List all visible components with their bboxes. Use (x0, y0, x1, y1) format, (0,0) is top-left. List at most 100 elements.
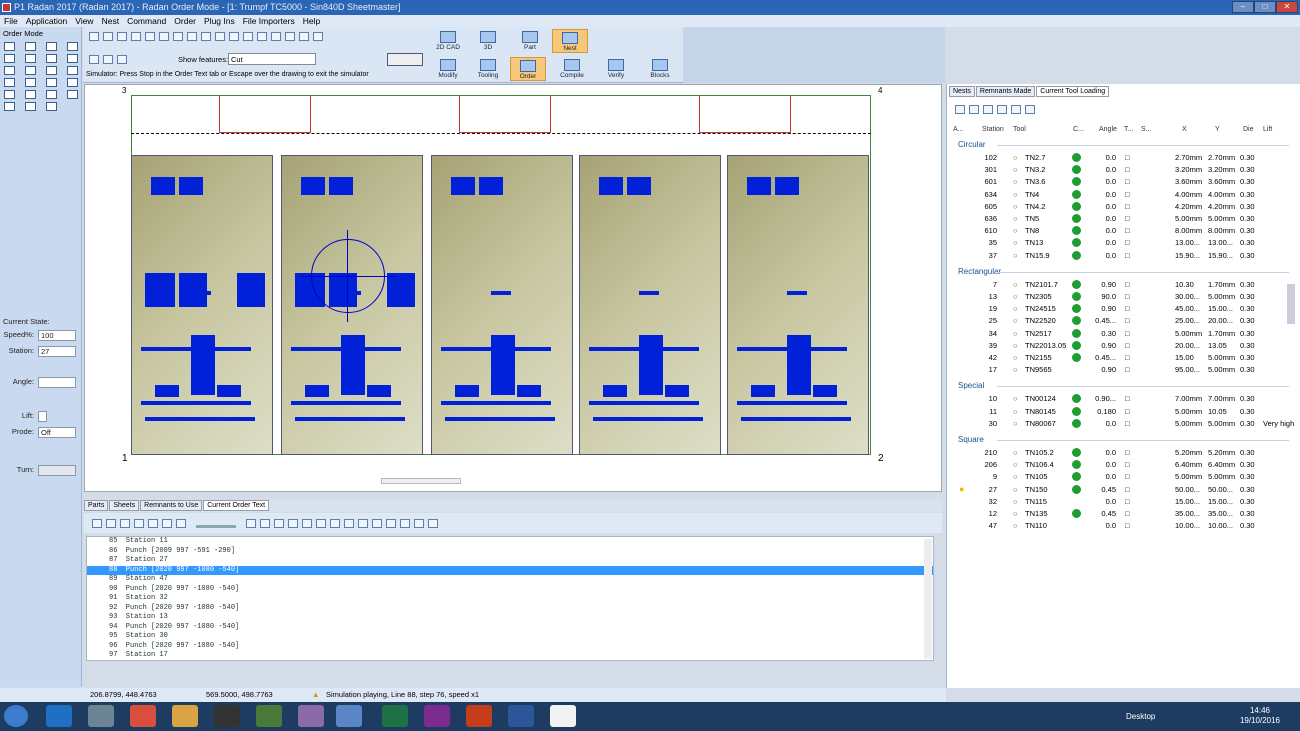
box-icon[interactable] (25, 66, 36, 75)
tab-remnants-made[interactable]: Remnants Made (975, 86, 1036, 97)
excel-icon[interactable] (382, 705, 408, 727)
table-row[interactable]: 35 TN13 0.0 13.00... 13.00... 0.30 ○ □ (947, 237, 1300, 249)
grid-icon[interactable] (67, 42, 78, 51)
tab-remnants-to-use[interactable]: Remnants to Use (140, 500, 203, 511)
speed-input[interactable]: 100 (38, 330, 76, 341)
desktop-label[interactable]: Desktop (1126, 712, 1155, 721)
table-row[interactable]: 9 TN105 0.0 5.00mm 5.00mm 0.30 ○ □ (947, 471, 1300, 483)
last-icon[interactable] (134, 519, 144, 528)
prode-select[interactable]: Off (38, 427, 76, 438)
menu-order[interactable]: Order (170, 15, 200, 27)
mode-blocks-button[interactable]: Blocks (642, 57, 678, 81)
list-item[interactable]: 91 Station 32 (87, 594, 933, 604)
close-button[interactable]: ✕ (1276, 1, 1298, 13)
menu-help[interactable]: Help (299, 15, 324, 27)
layers-icon[interactable] (257, 32, 267, 41)
zoom-all-icon[interactable] (313, 32, 323, 41)
table-row[interactable]: 25 TN22520 0.45... 25.00... 20.00... 0.30 ○ □ (947, 315, 1300, 327)
drawing-canvas[interactable]: 3 4 1 2 (84, 84, 942, 492)
lift-checkbox[interactable] (38, 411, 47, 422)
mode-compile-button[interactable]: Compile (554, 57, 590, 81)
view-icon[interactable] (89, 55, 99, 64)
onenote-icon[interactable] (424, 705, 450, 727)
table-row[interactable]: 12 TN135 0.45 35.00... 35.00... 0.30 ○ □ (947, 508, 1300, 520)
paint-icon[interactable] (298, 705, 324, 727)
col-header-s[interactable]: S... (1141, 126, 1152, 133)
powerpoint-icon[interactable] (466, 705, 492, 727)
edit-icon[interactable] (246, 519, 257, 528)
layer-icon[interactable] (67, 78, 78, 87)
radan-icon[interactable] (336, 705, 362, 727)
print-icon[interactable] (131, 32, 141, 41)
table-row[interactable]: 47 TN110 0.0 10.00... 10.00... 0.30 ○ □ (947, 520, 1300, 532)
table-row[interactable]: 601 TN3.6 0.0 3.60mm 3.60mm 0.30 ○ □ (947, 176, 1300, 188)
measure-icon[interactable] (145, 32, 155, 41)
menu-command[interactable]: Command (123, 15, 170, 27)
tool-group-label[interactable]: Rectangular (958, 267, 1001, 276)
tool-group-label[interactable]: Square (958, 435, 984, 444)
down-icon[interactable] (120, 519, 130, 528)
mode-2d-cad-button[interactable]: 2D CAD (430, 29, 466, 53)
tab-sheets[interactable]: Sheets (109, 500, 140, 511)
list-item[interactable]: 89 Station 47 (87, 575, 933, 585)
menu-application[interactable]: Application (22, 15, 72, 27)
chrome-icon[interactable] (130, 705, 156, 727)
export-icon[interactable] (1011, 105, 1021, 114)
merge-icon[interactable] (414, 519, 425, 528)
table-row[interactable]: 210 TN105.2 0.0 5.20mm 5.20mm 0.30 ○ □ (947, 447, 1300, 459)
tool-table-scrollbar[interactable] (1287, 284, 1295, 324)
first-icon[interactable] (92, 519, 102, 528)
table-row[interactable]: 610 TN8 0.0 8.00mm 8.00mm 0.30 ○ □ (947, 225, 1300, 237)
speed-slider[interactable] (196, 525, 237, 529)
table-row[interactable]: 27 TN150 0.45 50.00... 50.00... 0.30 ○ □ (947, 484, 1300, 496)
maximize-button[interactable]: □ (1254, 1, 1276, 13)
col-header-lift[interactable]: Lift (1263, 126, 1272, 133)
col-header-station[interactable]: Station (982, 126, 1004, 133)
mode-part-button[interactable]: Part (512, 29, 548, 53)
table-row[interactable]: 34 TN2517 0.30 5.00mm 1.70mm 0.30 ○ □ (947, 328, 1300, 340)
table-row[interactable]: 102 TN2.7 0.0 2.70mm 2.70mm 0.30 ○ □ (947, 152, 1300, 164)
table-row[interactable]: 11 TN80145 0.180 5.00mm 10.05 0.30 ○ □ (947, 406, 1300, 418)
globe-icon[interactable] (955, 105, 965, 114)
zoom-in-icon[interactable] (285, 32, 295, 41)
col-header-angle[interactable]: Angle (1099, 126, 1117, 133)
col-header-a[interactable]: A... (953, 126, 964, 133)
col-header-tool[interactable]: Tool (1013, 126, 1026, 133)
table-row[interactable]: 37 TN15.9 0.0 15.90... 15.90... 0.30 ○ □ (947, 250, 1300, 262)
pause-icon[interactable] (162, 519, 172, 528)
cut-icon[interactable] (260, 519, 271, 528)
turn-input[interactable] (38, 465, 76, 476)
order-text-scrollbar[interactable] (924, 539, 932, 659)
layout-icon[interactable] (1025, 105, 1035, 114)
save-icon[interactable] (117, 32, 127, 41)
order-icon[interactable] (46, 78, 57, 87)
app-icon[interactable] (256, 705, 282, 727)
copy-icon[interactable] (117, 55, 127, 64)
arrows-icon[interactable] (46, 42, 57, 51)
table-row[interactable]: 206 TN106.4 0.0 6.40mm 6.40mm 0.30 ○ □ (947, 459, 1300, 471)
tool2-icon[interactable] (274, 519, 285, 528)
tool-group-label[interactable]: Circular (958, 140, 986, 149)
col-header-c[interactable]: C... (1073, 126, 1084, 133)
list-item[interactable]: 92 Punch [2020 997 -1080 -540] (87, 604, 933, 614)
list-item[interactable]: 94 Punch [2020 997 -1080 -540] (87, 623, 933, 633)
stop-icon[interactable] (176, 519, 186, 528)
list-item[interactable]: 87 Station 27 (87, 556, 933, 566)
zoom-out-icon[interactable] (299, 32, 309, 41)
list-item[interactable]: 90 Punch [2020 997 -1080 -540] (87, 585, 933, 595)
table-row[interactable]: 19 TN24515 0.90 45.00... 15.00... 0.30 ○ □ (947, 303, 1300, 315)
align2-icon[interactable] (372, 519, 383, 528)
grid2-icon[interactable] (4, 90, 15, 99)
tab-current-order-text[interactable]: Current Order Text (203, 500, 270, 511)
snap-icon[interactable] (173, 32, 183, 41)
table-row[interactable]: 634 TN4 0.0 4.00mm 4.00mm 0.30 ○ □ (947, 189, 1300, 201)
stop-icon[interactable] (46, 90, 57, 99)
menu-nest[interactable]: Nest (98, 15, 123, 27)
draw-icon[interactable] (103, 55, 113, 64)
canvas-hscroll[interactable] (381, 478, 461, 484)
tool-icon[interactable] (969, 105, 979, 114)
col-header-x[interactable]: X (1182, 126, 1187, 133)
clock[interactable]: 14:46 19/10/2016 (1240, 706, 1280, 726)
pattern-icon[interactable] (271, 32, 281, 41)
sheet-icon[interactable] (4, 78, 15, 87)
